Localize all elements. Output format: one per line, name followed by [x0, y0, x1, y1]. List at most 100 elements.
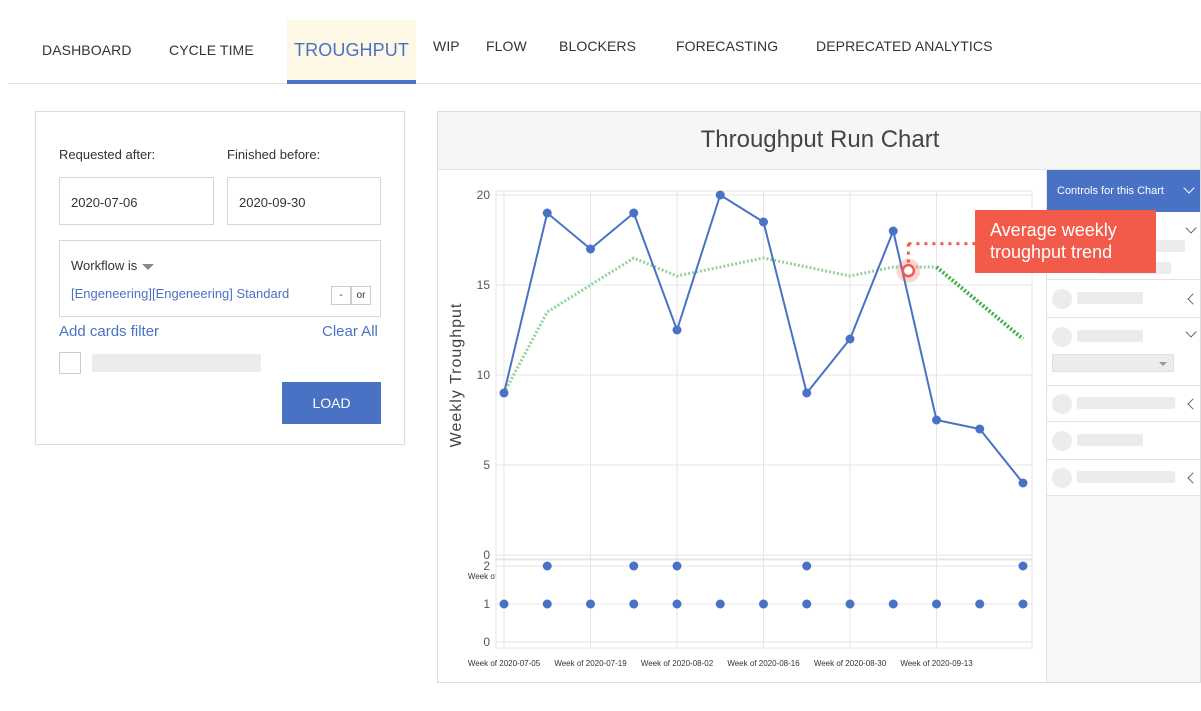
throughput-point	[975, 424, 985, 434]
control-row[interactable]	[1047, 422, 1200, 460]
add-cards-filter-link[interactable]: Add cards filter	[59, 323, 159, 340]
dot-point	[845, 599, 855, 609]
x-tick-label: Week of 2020-08-30	[814, 659, 887, 668]
dot-point	[888, 599, 898, 609]
x-tick-label: Week of 2020-07-19	[554, 659, 627, 668]
tab-flow[interactable]: FLOW	[486, 38, 527, 54]
trend-marker	[901, 263, 916, 278]
throughput-point	[1018, 478, 1028, 488]
callout-line-2: troughput trend	[990, 242, 1113, 262]
load-button[interactable]: LOAD	[282, 382, 381, 424]
y-tick-label: 20	[477, 188, 491, 202]
dot-point	[715, 599, 725, 609]
minus-button[interactable]: -	[331, 286, 351, 305]
dot-point	[629, 599, 639, 609]
chart-card: Throughput Run Chart 0 5 10 15 20 Week of 202…	[437, 111, 1201, 683]
clear-all-link[interactable]: Clear All	[322, 323, 378, 340]
sub-chart: 0 1 2 Week of 2020-07-05 Week of 2020-07-19 W…	[468, 559, 1033, 668]
chevron-left-icon	[1187, 293, 1199, 305]
dot-point	[499, 599, 509, 609]
dot-point	[759, 599, 768, 609]
control-icon	[1052, 289, 1072, 309]
chart-title: Throughput Run Chart	[438, 112, 1200, 170]
y-tick-label: 2	[483, 559, 490, 573]
or-button[interactable]: or	[351, 286, 371, 305]
x-tick-label: Week of 2020-07-05	[468, 659, 541, 668]
dot-point	[932, 599, 941, 609]
analytics-tab-bar: DASHBOARD CYCLE TIME TROUGHPUT WIP FLOW …	[8, 0, 1201, 84]
throughput-point	[932, 415, 941, 425]
requested-after-label: Requested after:	[59, 147, 156, 162]
tab-deprecated-analytics[interactable]: DEPRECATED ANALYTICS	[816, 38, 993, 54]
chevron-left-icon	[1187, 398, 1199, 410]
dot-point	[802, 561, 812, 571]
tab-forecasting[interactable]: FORECASTING	[676, 38, 778, 54]
control-icon	[1052, 468, 1072, 488]
workflow-label: Workflow is	[71, 258, 138, 273]
finished-before-input[interactable]: 2020-09-30	[227, 177, 381, 225]
throughput-point	[715, 190, 725, 200]
tab-cycle-time[interactable]: CYCLE TIME	[169, 42, 254, 58]
control-placeholder	[1077, 330, 1143, 342]
y-tick-label: 1	[483, 597, 490, 611]
chevron-down-icon	[1185, 326, 1197, 338]
controls-header[interactable]: Controls for this Chart	[1047, 170, 1200, 212]
control-icon	[1052, 431, 1072, 451]
chart-area: 0 5 10 15 20 Week of 2020-07-05 Week of 2020-0…	[438, 171, 1046, 682]
checkbox-label-placeholder	[92, 354, 261, 372]
throughput-point	[888, 226, 898, 236]
controls-header-label: Controls for this Chart	[1057, 185, 1164, 197]
requested-after-input[interactable]: 2020-07-06	[59, 177, 214, 225]
filter-checkbox[interactable]	[59, 352, 81, 374]
x-tick-label: Week of 2020-09-13	[900, 659, 973, 668]
caret-down-icon	[142, 263, 155, 270]
control-icon	[1052, 394, 1072, 414]
y-tick-label: 15	[477, 278, 491, 292]
callout-line-1: Average weekly	[990, 220, 1117, 240]
control-placeholder	[1077, 471, 1175, 483]
chevron-left-icon	[1187, 472, 1199, 484]
run-chart-svg: 0 5 10 15 20 Week of 2020-07-05 Week of 2020-0…	[448, 188, 1033, 668]
workflow-dropdown[interactable]: Workflow is	[71, 258, 155, 273]
tab-troughput[interactable]: TROUGHPUT	[287, 20, 416, 84]
throughput-point	[672, 325, 682, 335]
control-placeholder	[1077, 434, 1143, 446]
throughput-point	[759, 217, 768, 227]
control-select[interactable]	[1052, 354, 1174, 372]
workflow-value[interactable]: [Engeneering][Engeneering] Standard	[71, 286, 289, 301]
control-row[interactable]	[1047, 280, 1200, 318]
finished-before-label: Finished before:	[227, 147, 321, 162]
filter-panel: Requested after: Finished before: 2020-0…	[35, 111, 405, 445]
workflow-filter-box: Workflow is [Engeneering][Engeneering] S…	[59, 240, 381, 317]
dot-point	[672, 561, 682, 571]
throughput-point	[845, 334, 855, 344]
throughput-point	[629, 208, 639, 218]
dot-point	[975, 599, 985, 609]
control-placeholder	[1077, 292, 1143, 304]
control-row[interactable]	[1047, 460, 1200, 496]
dot-point	[672, 599, 682, 609]
x-tick-label: Week of 2020-08-02	[641, 659, 714, 668]
y-axis-label: Weekly Troughput	[448, 303, 465, 448]
control-placeholder	[1077, 397, 1175, 409]
dot-point	[542, 599, 552, 609]
chevron-down-icon	[1183, 182, 1195, 194]
throughput-point	[586, 244, 595, 254]
tab-dashboard[interactable]: DASHBOARD	[42, 42, 132, 58]
main-chart: 05101520Week of 2020-07-05Week of 2020-0…	[448, 188, 1033, 581]
tab-wip[interactable]: WIP	[433, 38, 460, 54]
control-icon	[1052, 327, 1072, 347]
y-tick-label: 5	[483, 458, 490, 472]
y-tick-label: 10	[477, 368, 491, 382]
dot-point	[802, 599, 812, 609]
control-row[interactable]	[1047, 386, 1200, 422]
y-tick-label: 0	[483, 635, 490, 649]
control-row[interactable]	[1047, 318, 1200, 386]
chevron-down-icon	[1185, 222, 1197, 234]
throughput-point	[802, 388, 812, 398]
control-placeholder	[1151, 240, 1185, 252]
dot-point	[1018, 599, 1028, 609]
dot-point	[542, 561, 552, 571]
tab-blockers[interactable]: BLOCKERS	[559, 38, 636, 54]
throughput-point	[542, 208, 552, 218]
